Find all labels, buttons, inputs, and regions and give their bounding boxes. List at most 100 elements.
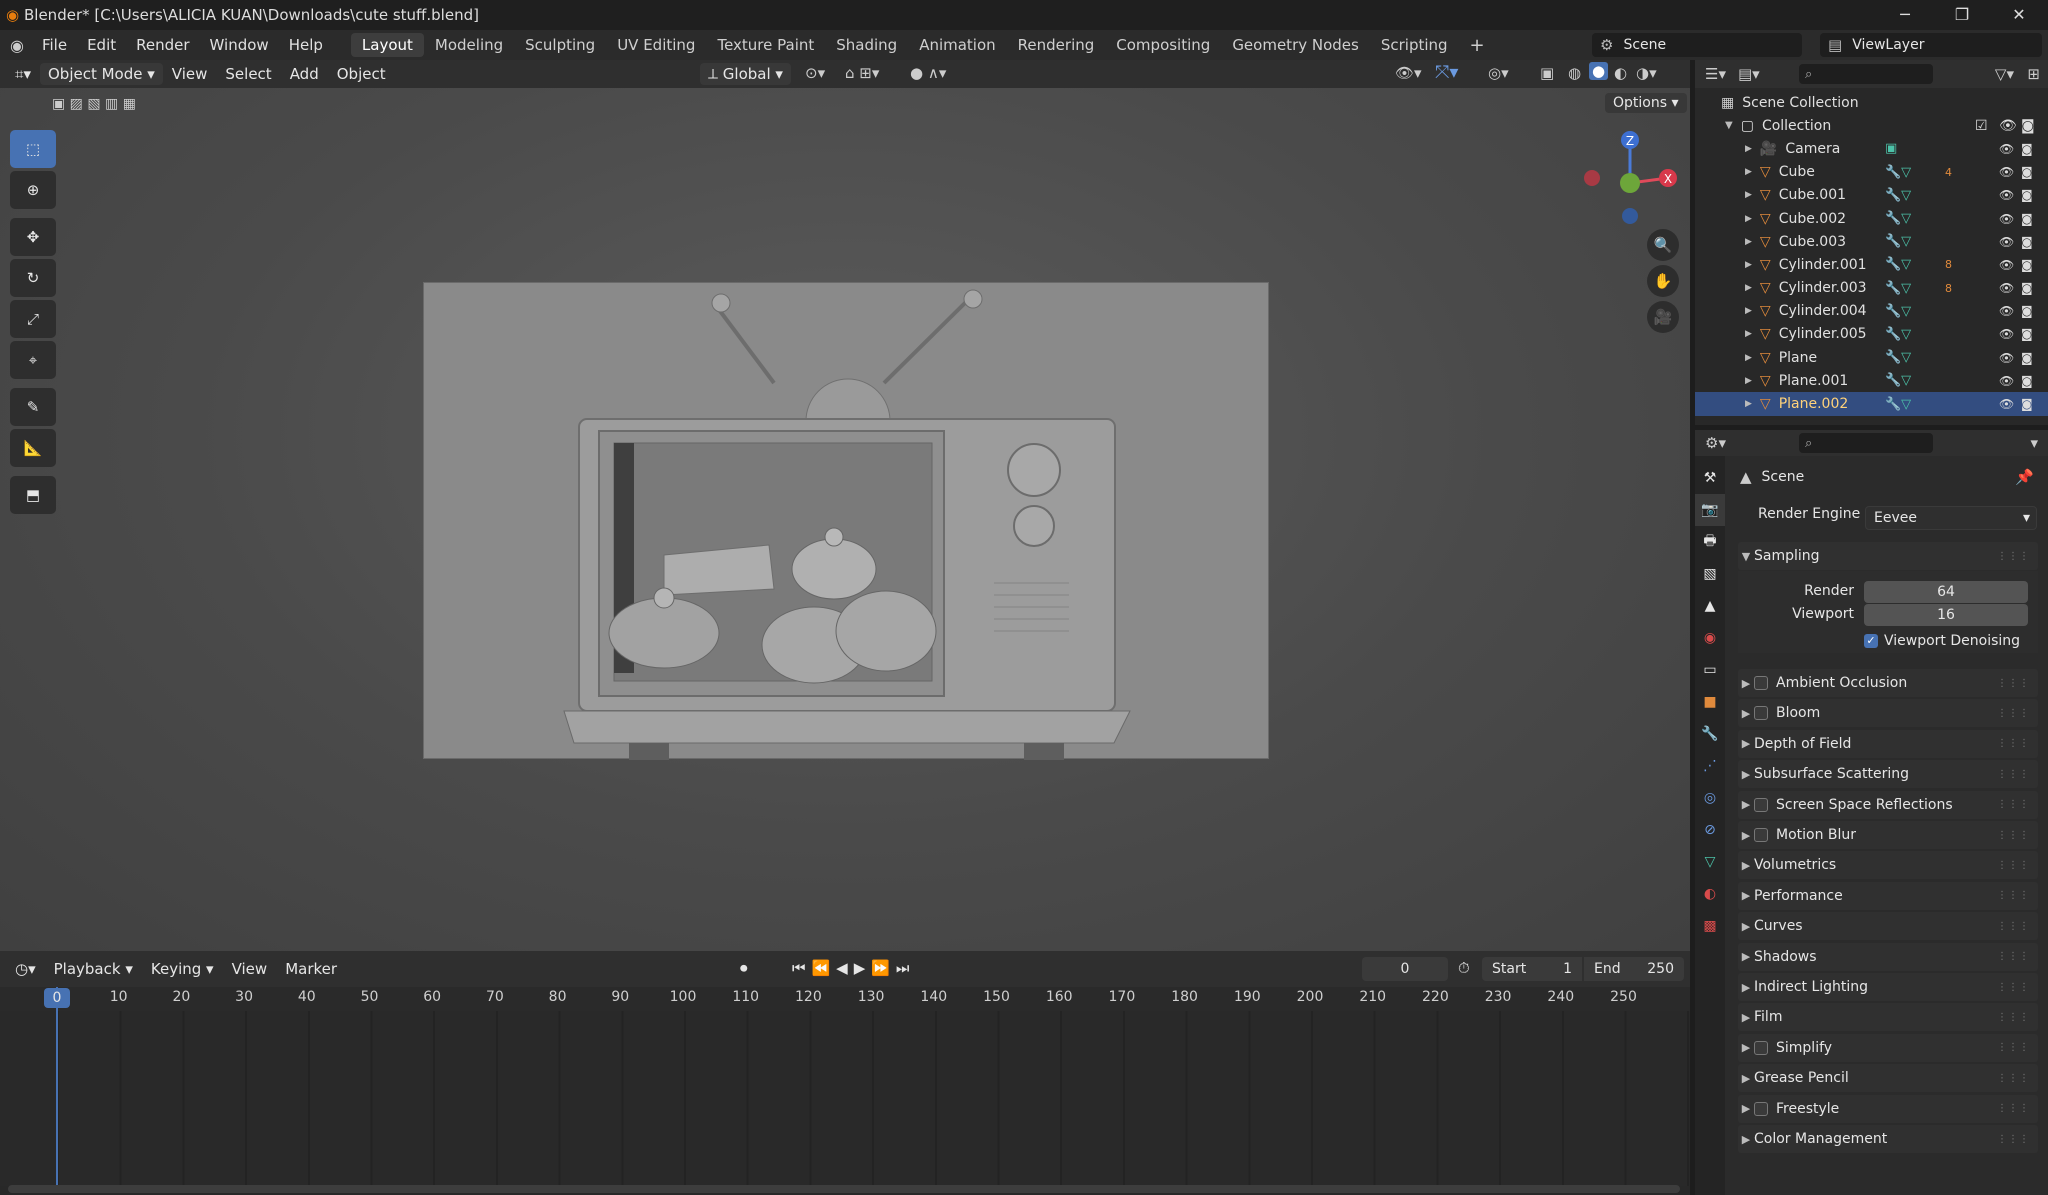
panel-header[interactable]: ▶ Motion Blur ⋮⋮⋮ [1738, 821, 2038, 849]
select-mode-icons[interactable]: ▣ ▨ ▧ ▥ ▦ [52, 96, 136, 112]
tab-shading[interactable]: Shading [825, 33, 908, 57]
outliner-item[interactable]: ▶ ▽ Cube.001 🔧▽ 👁 ◙ [1695, 184, 2048, 207]
add-cube-tool[interactable]: ⬒ [10, 476, 56, 514]
add-workspace-button[interactable]: + [1459, 32, 1496, 59]
outliner-search-input[interactable]: ⌕ [1799, 64, 1933, 84]
camera-render-icon[interactable]: ◙ [2021, 118, 2035, 134]
particles-tab[interactable]: ⋰ [1695, 750, 1725, 782]
panel-header[interactable]: ▶ Bloom ⋮⋮⋮ [1738, 699, 2038, 728]
timeline-tracks[interactable] [0, 1011, 1690, 1186]
transform-tool[interactable]: ⌖ [10, 341, 56, 379]
drag-grip-icon[interactable]: ⋮⋮⋮ [1997, 951, 2030, 962]
drag-grip-icon[interactable]: ⋮⋮⋮ [1997, 799, 2030, 810]
panel-header[interactable]: ▶ Depth of Field ⋮⋮⋮ [1738, 729, 2038, 758]
expand-arrow-icon[interactable]: ▶ [1745, 214, 1752, 224]
output-tab[interactable]: 🖶 [1695, 526, 1725, 558]
new-collection-icon[interactable]: ⊞ [2027, 65, 2040, 83]
outliner-editor-icon[interactable]: ☰▾ [1705, 65, 1726, 83]
panel-header[interactable]: ▶ Performance ⋮⋮⋮ [1738, 881, 2038, 910]
timeline-scrollbar[interactable] [8, 1185, 1680, 1193]
timeline-editor-icon[interactable]: ◷▾ [6, 960, 45, 978]
scale-tool[interactable]: ⤢ [10, 300, 56, 338]
expand-arrow-icon[interactable]: ▶ [1745, 237, 1752, 247]
data-icons[interactable]: 🔧▽ [1885, 327, 1911, 342]
drag-grip-icon[interactable]: ⋮⋮⋮ [1997, 1073, 2030, 1084]
eye-icon[interactable]: 👁 [1999, 327, 2014, 341]
menu-add[interactable]: Add [281, 65, 328, 83]
drag-grip-icon[interactable]: ⋮⋮⋮ [1997, 860, 2030, 871]
render-engine-dropdown[interactable]: Eevee ▾ [1865, 506, 2037, 530]
expand-arrow-icon[interactable]: ▶ [1745, 329, 1752, 339]
solid-shading-icon[interactable]: ● [1589, 62, 1609, 80]
drag-grip-icon[interactable]: ⋮⋮⋮ [1997, 678, 2030, 689]
panel-header[interactable]: ▶ Ambient Occlusion ⋮⋮⋮ [1738, 669, 2038, 697]
panel-header[interactable]: ▶ Subsurface Scattering ⋮⋮⋮ [1738, 760, 2038, 789]
outliner-item[interactable]: ▶ ▽ Cylinder.001 🔧▽ 8 👁 ◙ [1695, 253, 2048, 276]
move-tool[interactable]: ✥ [10, 218, 56, 256]
view-layer-selector[interactable]: ▤ ViewLayer [1820, 33, 2042, 57]
menu-view[interactable]: View [163, 65, 217, 83]
start-frame-field[interactable]: Start 1 [1482, 957, 1582, 981]
eye-icon[interactable]: 👁 [1999, 304, 2014, 318]
end-frame-field[interactable]: End 250 [1584, 957, 1684, 981]
expand-arrow-icon[interactable]: ▶ [1745, 376, 1752, 386]
texture-tab[interactable]: ▩ [1695, 910, 1725, 942]
zoom-button[interactable]: 🔍 [1647, 229, 1679, 261]
properties-editor-icon[interactable]: ⚙▾ [1705, 434, 1726, 452]
menu-file[interactable]: File [32, 36, 77, 54]
tab-compositing[interactable]: Compositing [1105, 33, 1221, 57]
menu-marker[interactable]: Marker [276, 960, 346, 978]
eye-icon[interactable]: 👁 [1999, 165, 2014, 179]
panel-enable-checkbox[interactable] [1754, 828, 1768, 842]
outliner-item[interactable]: ▶ ▽ Cube.002 🔧▽ 👁 ◙ [1695, 207, 2048, 230]
panel-header[interactable]: ▶ Screen Space Reflections ⋮⋮⋮ [1738, 790, 2038, 819]
tab-sculpting[interactable]: Sculpting [514, 33, 606, 57]
drag-grip-icon[interactable]: ⋮⋮⋮ [1997, 890, 2030, 901]
render-visibility-icon[interactable]: ◙ [2021, 327, 2033, 341]
panel-enable-checkbox[interactable] [1754, 706, 1768, 721]
drag-grip-icon[interactable]: ⋮⋮⋮ [1997, 1042, 2030, 1053]
eye-icon[interactable]: 👁 [1999, 188, 2014, 202]
drag-grip-icon[interactable]: ⋮⋮⋮ [1997, 708, 2030, 719]
tab-animation[interactable]: Animation [908, 33, 1006, 57]
physics-tab[interactable]: ◎ [1695, 782, 1725, 814]
properties-search-input[interactable]: ⌕ [1799, 433, 1933, 453]
data-tab[interactable]: ▽ [1695, 846, 1725, 878]
mode-dropdown[interactable]: Object Mode ▾ [39, 63, 163, 85]
eye-icon[interactable]: 👁 [1999, 351, 2014, 365]
drag-grip-icon[interactable]: ⋮⋮⋮ [1997, 1134, 2030, 1145]
panel-header[interactable]: ▶ Indirect Lighting ⋮⋮⋮ [1738, 973, 2038, 1001]
menu-render[interactable]: Render [126, 36, 199, 54]
menu-help[interactable]: Help [279, 36, 333, 54]
data-icons[interactable]: 🔧▽ [1885, 257, 1911, 272]
panel-enable-checkbox[interactable] [1754, 1040, 1768, 1055]
render-visibility-icon[interactable]: ◙ [2021, 142, 2033, 156]
expand-arrow-icon[interactable]: ▶ [1745, 144, 1752, 154]
stopwatch-icon[interactable]: ⏱ [1458, 959, 1470, 977]
outliner-item[interactable]: ▶ ▽ Cylinder.003 🔧▽ 8 👁 ◙ [1695, 277, 2048, 300]
menu-keying[interactable]: Keying ▾ [142, 960, 223, 978]
outliner-item[interactable]: ▶ ▽ Plane 🔧▽ 👁 ◙ [1695, 346, 2048, 369]
rendered-shading-icon[interactable]: ◑▾ [1636, 64, 1657, 82]
pan-button[interactable]: ✋ [1647, 265, 1679, 297]
data-icons[interactable]: 🔧▽ [1885, 165, 1911, 180]
eye-icon[interactable]: 👁 [1999, 397, 2014, 411]
playhead[interactable] [56, 987, 58, 1187]
pivot-icon[interactable]: ⊙▾ [805, 64, 825, 82]
eye-icon[interactable]: 👁 [1999, 212, 2014, 226]
pin-icon[interactable]: 📌 [2015, 468, 2034, 486]
select-box-tool[interactable]: ⬚ [10, 130, 56, 168]
modifier-tab[interactable]: 🔧 [1695, 718, 1725, 750]
xray-icon[interactable]: ▣ [1540, 64, 1554, 82]
filter-icon[interactable]: ▽▾ [1995, 65, 2014, 83]
render-visibility-icon[interactable]: ◙ [2021, 304, 2033, 318]
transform-orientation-dropdown[interactable]: ⟂ Global ▾ [700, 63, 791, 85]
render-visibility-icon[interactable]: ◙ [2021, 165, 2033, 179]
close-button[interactable]: ✕ [1999, 2, 2039, 28]
scene-collection-row[interactable]: ▦ Scene Collection [1695, 91, 2048, 114]
expand-arrow-icon[interactable]: ▶ [1745, 399, 1752, 409]
panel-header[interactable]: ▶ Shadows ⋮⋮⋮ [1738, 942, 2038, 971]
outliner-item[interactable]: ▶ 🎥 Camera ▣ 👁 ◙ [1695, 137, 2048, 160]
scene-tab[interactable]: ▲ [1695, 590, 1725, 622]
drag-grip-icon[interactable]: ⋮⋮⋮ [1997, 921, 2030, 932]
